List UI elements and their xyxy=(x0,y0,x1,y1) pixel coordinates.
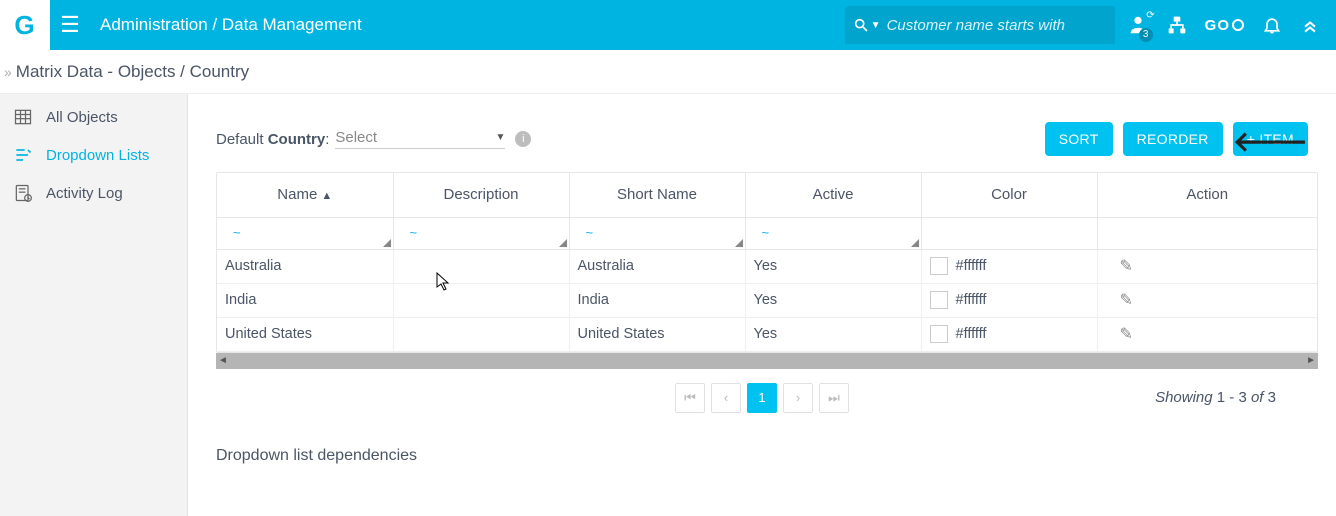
color-swatch xyxy=(930,325,948,343)
sidebar-item-activity-log[interactable]: Activity Log xyxy=(0,174,187,212)
cell-name: United States xyxy=(217,317,393,351)
cell-description xyxy=(393,283,569,317)
table-row: India India Yes #ffffff ✎ xyxy=(217,283,1317,317)
cell-name: Australia xyxy=(217,249,393,283)
data-grid: Name▲ Description Short Name Active Colo… xyxy=(216,172,1318,353)
expand-chevron-icon[interactable]: » xyxy=(4,64,12,80)
sidebar-item-label: Activity Log xyxy=(46,185,123,202)
sort-asc-icon: ▲ xyxy=(321,190,332,202)
cell-active: Yes xyxy=(745,249,921,283)
cell-short-name: Australia xyxy=(569,249,745,283)
filter-row: ~ ~ ~ ~ xyxy=(217,217,1317,249)
color-swatch xyxy=(930,291,948,309)
table-row: United States United States Yes #ffffff … xyxy=(217,317,1317,351)
breadcrumb: Administration / Data Management xyxy=(100,15,362,35)
scroll-right-icon[interactable]: ► xyxy=(1306,355,1316,366)
main-panel: 🡐 Default Country: Select▼ i SORT REORDE… xyxy=(188,94,1336,516)
toolbar-row: Default Country: Select▼ i SORT REORDER … xyxy=(188,94,1336,168)
cell-color: #ffffff xyxy=(921,283,1097,317)
sort-button[interactable]: SORT xyxy=(1045,122,1113,156)
reorder-button[interactable]: REORDER xyxy=(1123,122,1223,156)
back-arrow-icon[interactable]: 🡐 xyxy=(1233,124,1308,158)
edit-icon[interactable]: ✎ xyxy=(1106,292,1133,309)
sidebar-item-label: Dropdown Lists xyxy=(46,147,149,164)
column-header-color[interactable]: Color xyxy=(921,173,1097,217)
arrows-badge-icon: ⟳ xyxy=(1146,10,1154,21)
cell-color: #ffffff xyxy=(921,317,1097,351)
list-icon xyxy=(12,144,34,166)
bell-icon[interactable] xyxy=(1262,15,1282,35)
page-subheader: » Matrix Data - Objects / Country xyxy=(0,50,1336,94)
cell-active: Yes xyxy=(745,317,921,351)
cell-description xyxy=(393,249,569,283)
info-icon[interactable]: i xyxy=(515,131,531,147)
cell-color: #ffffff xyxy=(921,249,1097,283)
color-swatch xyxy=(930,257,948,275)
first-page-button[interactable]: ⏮ xyxy=(675,383,705,413)
search-input[interactable] xyxy=(887,17,1087,34)
cell-name: India xyxy=(217,283,393,317)
sidebar-item-all-objects[interactable]: All Objects xyxy=(0,98,187,136)
last-page-button[interactable]: ⏭ xyxy=(819,383,849,413)
go-circle-icon xyxy=(1232,19,1244,31)
column-header-active[interactable]: Active xyxy=(745,173,921,217)
column-header-action[interactable]: Action xyxy=(1097,173,1317,217)
topbar-icons: ⟳ 3 GO xyxy=(1127,14,1326,36)
cell-short-name: United States xyxy=(569,317,745,351)
default-country-label: Default Country: xyxy=(216,131,329,148)
filter-description[interactable]: ~ xyxy=(393,217,569,249)
default-country-select[interactable]: Select▼ xyxy=(335,129,505,149)
filter-active[interactable]: ~ xyxy=(745,217,921,249)
prev-page-button[interactable]: ‹ xyxy=(711,383,741,413)
edit-icon[interactable]: ✎ xyxy=(1106,258,1133,275)
org-chart-icon[interactable] xyxy=(1167,15,1187,35)
topbar: G ☰ Administration / Data Management ▼ ⟳… xyxy=(0,0,1336,50)
grid-icon xyxy=(12,106,34,128)
search-icon xyxy=(853,17,869,33)
go-button[interactable]: GO xyxy=(1205,17,1244,34)
page-info: Showing 1 - 3 of 3 xyxy=(1155,389,1276,406)
scroll-left-icon[interactable]: ◄ xyxy=(218,355,228,366)
sidebar-item-label: All Objects xyxy=(46,109,118,126)
search-dropdown-caret-icon[interactable]: ▼ xyxy=(871,20,881,31)
filter-name[interactable]: ~ xyxy=(217,217,393,249)
sidebar-item-dropdown-lists[interactable]: Dropdown Lists xyxy=(0,136,187,174)
filter-short-name[interactable]: ~ xyxy=(569,217,745,249)
cell-active: Yes xyxy=(745,283,921,317)
cell-short-name: India xyxy=(569,283,745,317)
filter-color[interactable] xyxy=(921,217,1097,249)
column-header-name[interactable]: Name▲ xyxy=(217,173,393,217)
next-page-button[interactable]: › xyxy=(783,383,813,413)
column-header-description[interactable]: Description xyxy=(393,173,569,217)
filter-action xyxy=(1097,217,1317,249)
edit-icon[interactable]: ✎ xyxy=(1106,326,1133,343)
collapse-up-icon[interactable] xyxy=(1300,15,1320,35)
notification-badge: 3 xyxy=(1139,28,1153,42)
sidebar: All Objects Dropdown Lists Activity Log xyxy=(0,94,188,516)
app-logo[interactable]: G xyxy=(0,0,50,50)
chevron-down-icon: ▼ xyxy=(495,132,505,143)
pager: ⏮ ‹ 1 › ⏭ Showing 1 - 3 of 3 xyxy=(188,383,1336,413)
page-number-button[interactable]: 1 xyxy=(747,383,777,413)
content-area: All Objects Dropdown Lists Activity Log … xyxy=(0,94,1336,516)
table-row: Australia Australia Yes #ffffff ✎ xyxy=(217,249,1317,283)
horizontal-scrollbar[interactable]: ◄ ► xyxy=(216,353,1318,369)
page-title: Matrix Data - Objects / Country xyxy=(16,62,249,82)
user-notifications-icon[interactable]: ⟳ 3 xyxy=(1127,14,1149,36)
dependencies-heading: Dropdown list dependencies xyxy=(188,413,1336,465)
hamburger-menu-icon[interactable]: ☰ xyxy=(50,12,90,38)
activity-log-icon xyxy=(12,182,34,204)
global-search[interactable]: ▼ xyxy=(845,6,1115,44)
cell-description xyxy=(393,317,569,351)
column-header-short-name[interactable]: Short Name xyxy=(569,173,745,217)
